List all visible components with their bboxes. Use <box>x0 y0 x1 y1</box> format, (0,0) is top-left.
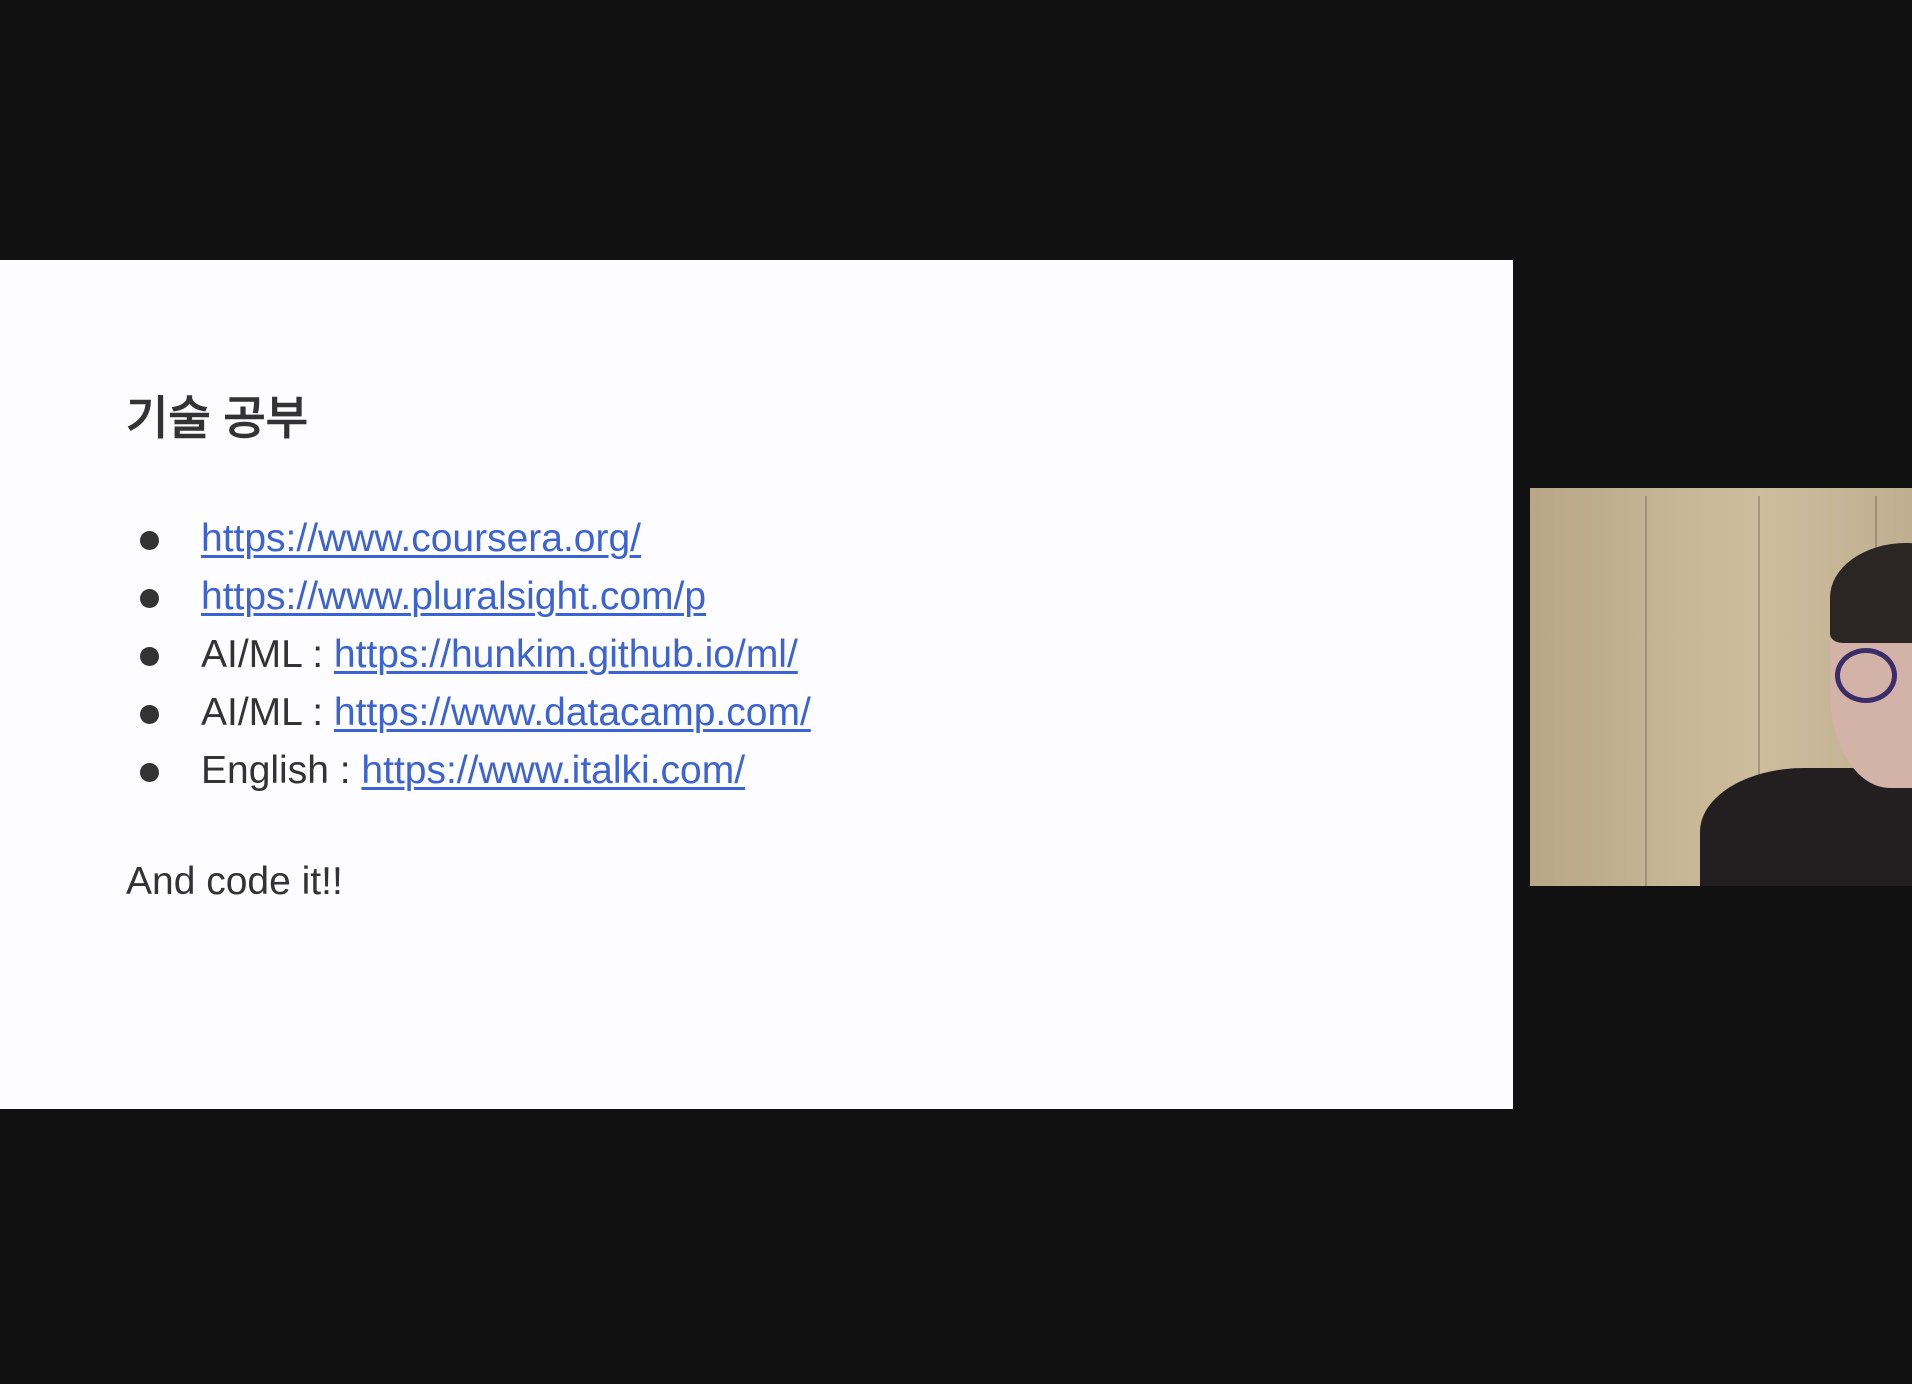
person-hair <box>1830 543 1912 643</box>
presentation-slide: 기술 공부 https://www.coursera.org/ https://… <box>0 260 1513 1109</box>
datacamp-link[interactable]: https://www.datacamp.com/ <box>334 691 811 734</box>
glasses <box>1835 648 1897 703</box>
coursera-link[interactable]: https://www.coursera.org/ <box>201 517 641 560</box>
wall-panel-line <box>1645 496 1647 886</box>
webcam-video-feed <box>1530 488 1912 886</box>
slide-footer-text: And code it!! <box>126 860 343 903</box>
bullet-icon <box>140 647 159 666</box>
bullet-icon <box>140 531 159 550</box>
italki-link[interactable]: https://www.italki.com/ <box>361 749 745 792</box>
bullet-icon <box>140 705 159 724</box>
item-prefix: AI/ML : <box>201 633 334 676</box>
slide-title: 기술 공부 <box>126 392 309 444</box>
item-prefix: English : <box>201 749 362 792</box>
item-prefix: AI/ML : <box>201 691 334 734</box>
hunkim-link[interactable]: https://hunkim.github.io/ml/ <box>334 633 798 676</box>
bullet-icon <box>140 763 159 782</box>
bullet-icon <box>140 589 159 608</box>
pluralsight-link[interactable]: https://www.pluralsight.com/p <box>201 575 706 618</box>
